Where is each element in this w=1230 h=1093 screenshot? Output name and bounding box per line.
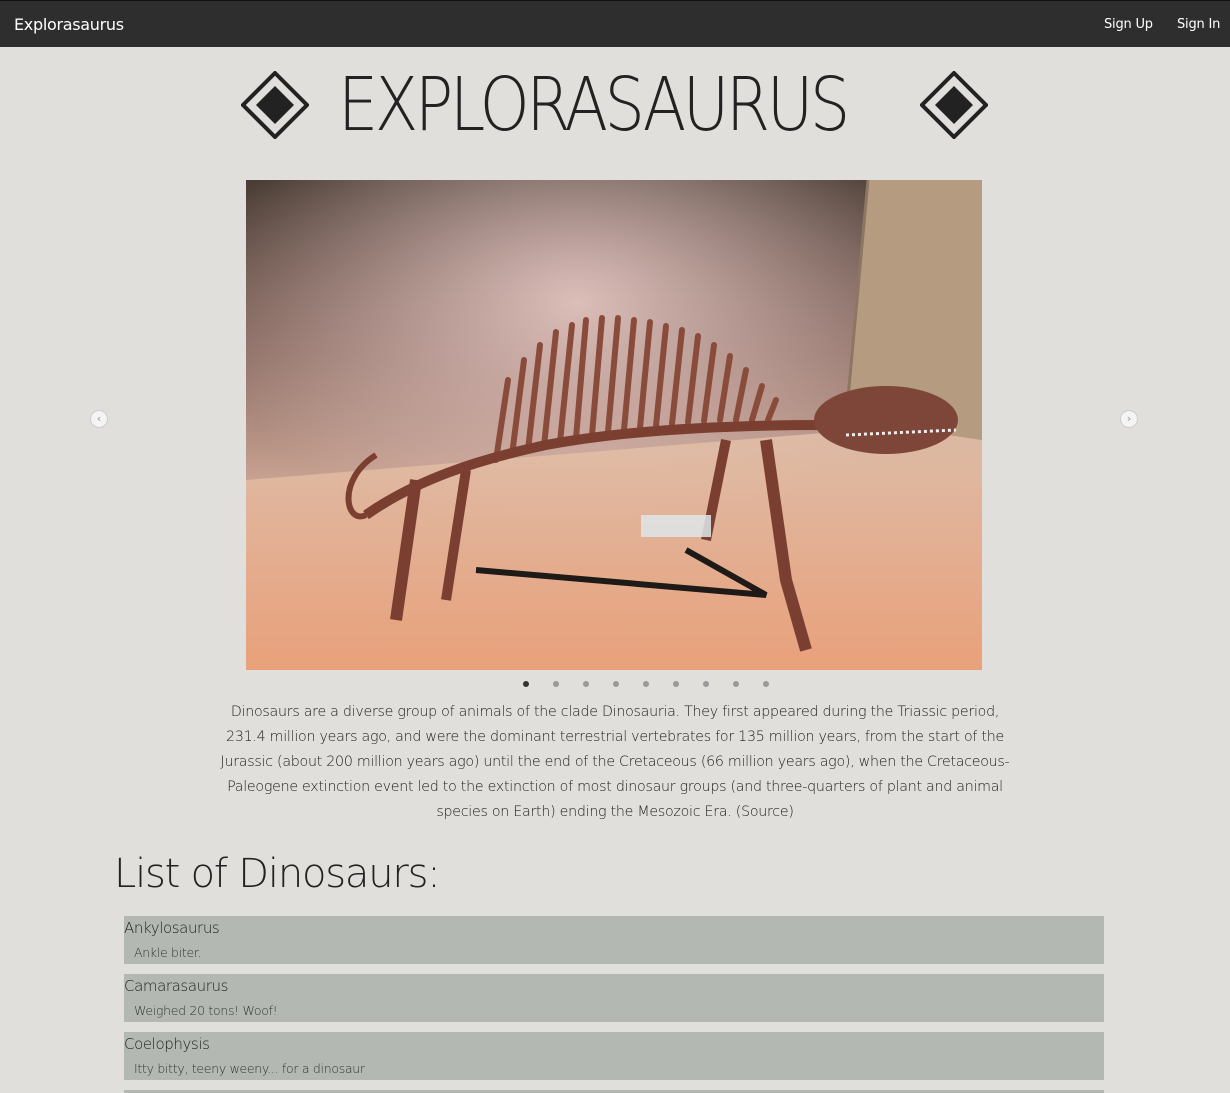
carousel-indicator[interactable] <box>673 681 679 687</box>
carousel-indicator[interactable] <box>583 681 589 687</box>
dinosaur-name: Ankylosaurus <box>124 919 220 937</box>
diamond-icon <box>241 71 309 139</box>
carousel-indicator[interactable] <box>613 681 619 687</box>
dimetrodon-skeleton-photo <box>246 180 982 670</box>
dinosaur-name: Coelophysis <box>124 1035 210 1053</box>
carousel-slide-image <box>246 180 982 670</box>
carousel-indicator[interactable] <box>553 681 559 687</box>
carousel-indicator[interactable] <box>733 681 739 687</box>
site-title: EXPLORASAURUS <box>338 62 850 148</box>
chevron-right-icon[interactable]: › <box>1120 410 1138 428</box>
chevron-left-icon[interactable]: ‹ <box>90 410 108 428</box>
dinosaur-description: Itty bitty, teeny weeny... for a dinosau… <box>134 1061 365 1076</box>
diamond-icon <box>920 71 988 139</box>
dinosaur-name: Camarasaurus <box>124 977 229 995</box>
list-title: List of Dinosaurs: <box>114 851 441 897</box>
brand-link[interactable]: Explorasaurus <box>14 15 124 34</box>
carousel-indicator[interactable] <box>763 681 769 687</box>
dinosaur-description: Ankle biter. <box>134 945 202 960</box>
site-header: EXPLORASAURUS <box>0 62 1230 152</box>
carousel-indicator[interactable] <box>523 681 529 687</box>
list-item[interactable]: Coelophysis Itty bitty, teeny weeny... f… <box>124 1032 1104 1080</box>
navbar: Explorasaurus Sign Up Sign In <box>0 0 1230 47</box>
carousel-indicator[interactable] <box>703 681 709 687</box>
sign-in-link[interactable]: Sign In <box>1177 17 1220 32</box>
intro-paragraph: Dinosaurs are a diverse group of animals… <box>220 704 1010 820</box>
carousel-indicator[interactable] <box>643 681 649 687</box>
list-item[interactable]: Ankylosaurus Ankle biter. <box>124 916 1104 964</box>
sign-up-link[interactable]: Sign Up <box>1104 17 1153 32</box>
list-item[interactable]: Camarasaurus Weighed 20 tons! Woof! <box>124 974 1104 1022</box>
dinosaur-description: Weighed 20 tons! Woof! <box>134 1003 278 1018</box>
